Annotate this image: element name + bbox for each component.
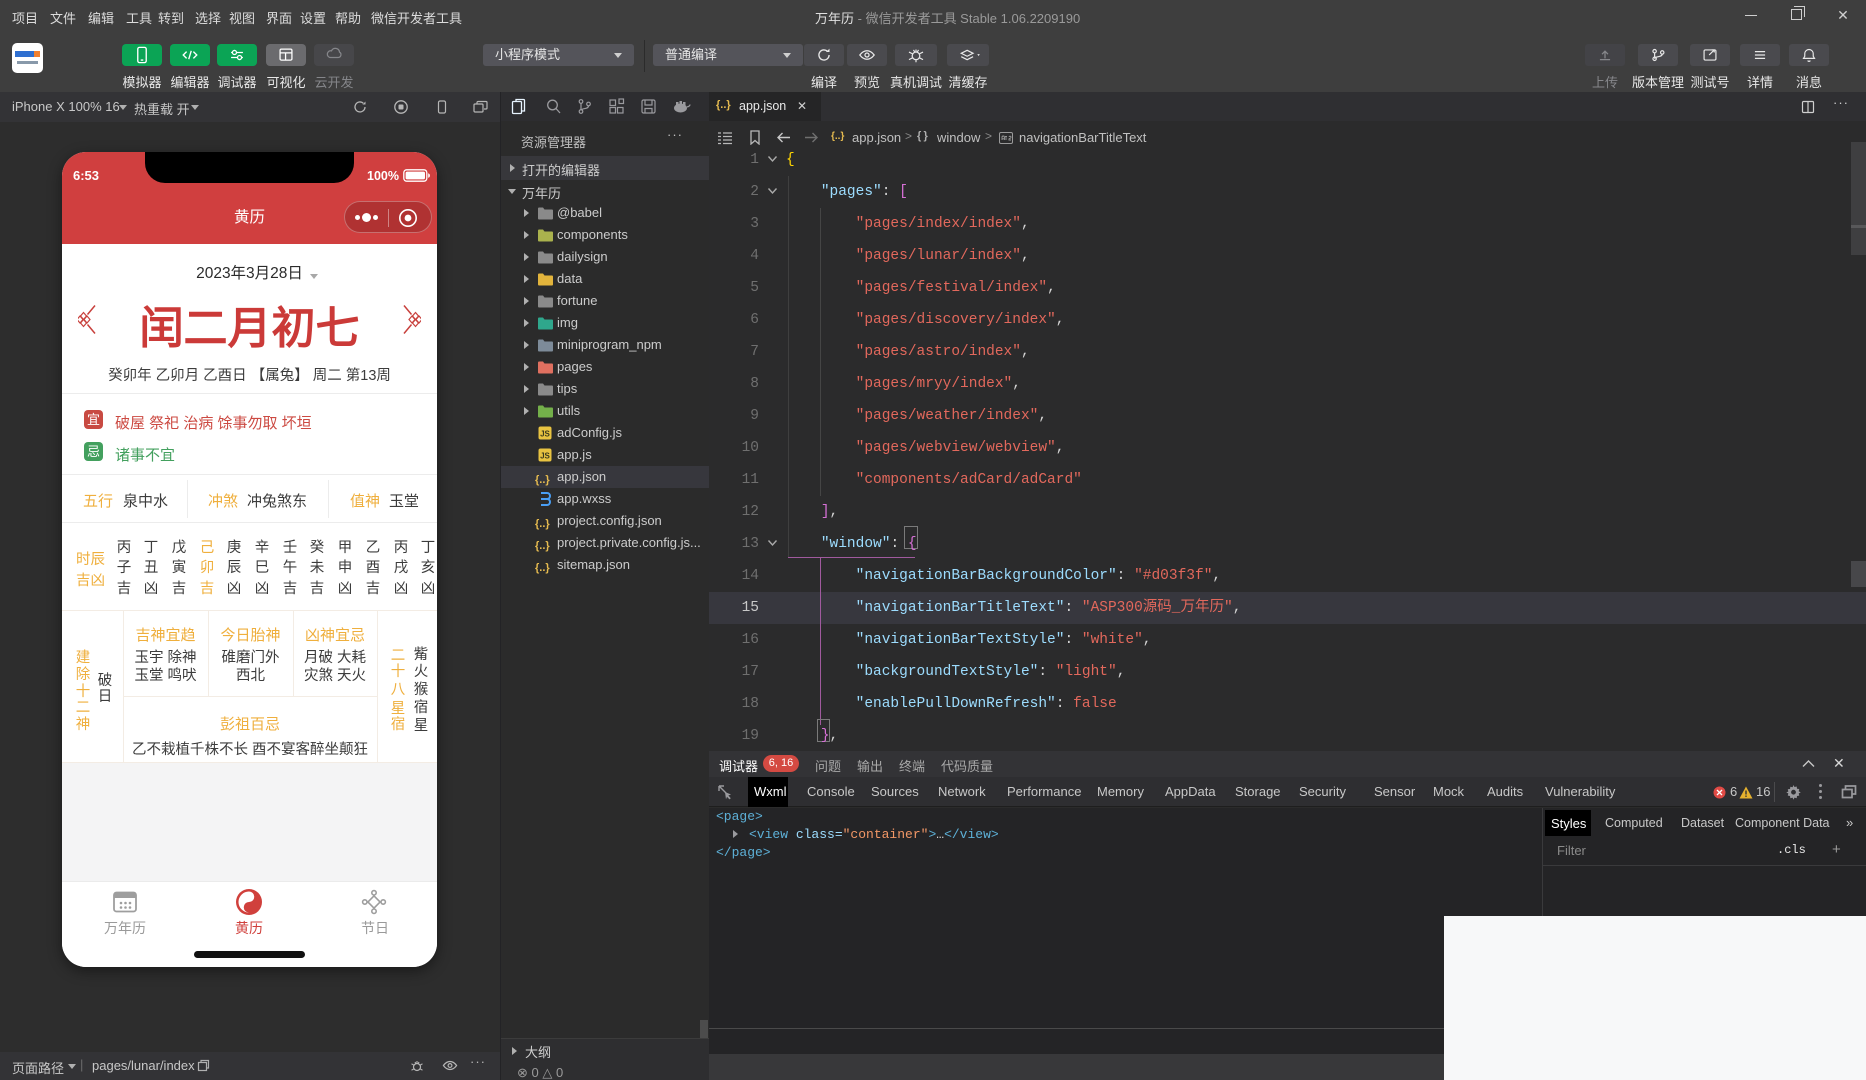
svg-text:JS: JS bbox=[540, 452, 550, 461]
svg-text:JS: JS bbox=[540, 430, 550, 439]
